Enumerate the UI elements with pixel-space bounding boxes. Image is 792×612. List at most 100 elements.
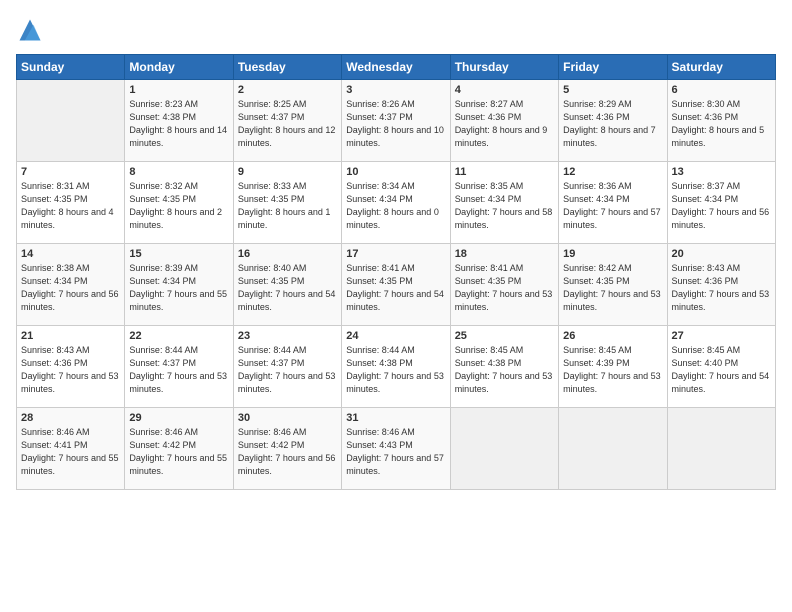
calendar-cell: 6 Sunrise: 8:30 AMSunset: 4:36 PMDaylight… <box>667 80 775 162</box>
day-info: Sunrise: 8:46 AMSunset: 4:43 PMDaylight:… <box>346 426 445 478</box>
day-info: Sunrise: 8:43 AMSunset: 4:36 PMDaylight:… <box>21 344 120 396</box>
calendar-cell: 21 Sunrise: 8:43 AMSunset: 4:36 PMDayligh… <box>17 326 125 408</box>
day-number: 3 <box>346 84 445 96</box>
calendar-cell <box>559 408 667 490</box>
day-number: 15 <box>129 248 228 260</box>
calendar-cell: 24 Sunrise: 8:44 AMSunset: 4:38 PMDayligh… <box>342 326 450 408</box>
day-info: Sunrise: 8:45 AMSunset: 4:38 PMDaylight:… <box>455 344 554 396</box>
header <box>16 16 776 44</box>
day-info: Sunrise: 8:31 AMSunset: 4:35 PMDaylight:… <box>21 180 120 232</box>
day-number: 2 <box>238 84 337 96</box>
day-info: Sunrise: 8:29 AMSunset: 4:36 PMDaylight:… <box>563 98 662 150</box>
day-info: Sunrise: 8:41 AMSunset: 4:35 PMDaylight:… <box>455 262 554 314</box>
week-row-5: 28 Sunrise: 8:46 AMSunset: 4:41 PMDayligh… <box>17 408 776 490</box>
day-header-saturday: Saturday <box>667 55 775 80</box>
day-number: 23 <box>238 330 337 342</box>
day-info: Sunrise: 8:44 AMSunset: 4:37 PMDaylight:… <box>129 344 228 396</box>
day-header-thursday: Thursday <box>450 55 558 80</box>
day-info: Sunrise: 8:37 AMSunset: 4:34 PMDaylight:… <box>672 180 771 232</box>
calendar-cell: 25Sunrise: 8:45 AMSunset: 4:38 PMDayligh… <box>450 326 558 408</box>
day-number: 28 <box>21 412 120 424</box>
calendar-cell: 13 Sunrise: 8:37 AMSunset: 4:34 PMDayligh… <box>667 162 775 244</box>
day-number: 29 <box>129 412 228 424</box>
day-header-monday: Monday <box>125 55 233 80</box>
week-row-3: 14 Sunrise: 8:38 AMSunset: 4:34 PMDayligh… <box>17 244 776 326</box>
calendar-cell: 27 Sunrise: 8:45 AMSunset: 4:40 PMDayligh… <box>667 326 775 408</box>
day-number: 7 <box>21 166 120 178</box>
day-number: 13 <box>672 166 771 178</box>
calendar-cell: 16Sunrise: 8:40 AMSunset: 4:35 PMDayligh… <box>233 244 341 326</box>
calendar-cell: 5 Sunrise: 8:29 AMSunset: 4:36 PMDaylight… <box>559 80 667 162</box>
calendar-cell: 19 Sunrise: 8:42 AMSunset: 4:35 PMDayligh… <box>559 244 667 326</box>
day-info: Sunrise: 8:46 AMSunset: 4:41 PMDaylight:… <box>21 426 120 478</box>
calendar-cell: 11 Sunrise: 8:35 AMSunset: 4:34 PMDayligh… <box>450 162 558 244</box>
day-header-friday: Friday <box>559 55 667 80</box>
day-info: Sunrise: 8:46 AMSunset: 4:42 PMDaylight:… <box>238 426 337 478</box>
day-number: 8 <box>129 166 228 178</box>
day-info: Sunrise: 8:42 AMSunset: 4:35 PMDaylight:… <box>563 262 662 314</box>
calendar-cell: 3 Sunrise: 8:26 AMSunset: 4:37 PMDaylight… <box>342 80 450 162</box>
calendar-cell: 14 Sunrise: 8:38 AMSunset: 4:34 PMDayligh… <box>17 244 125 326</box>
calendar-cell: 28 Sunrise: 8:46 AMSunset: 4:41 PMDayligh… <box>17 408 125 490</box>
day-number: 14 <box>21 248 120 260</box>
calendar-cell: 22 Sunrise: 8:44 AMSunset: 4:37 PMDayligh… <box>125 326 233 408</box>
day-info: Sunrise: 8:44 AMSunset: 4:38 PMDaylight:… <box>346 344 445 396</box>
calendar-cell: 15 Sunrise: 8:39 AMSunset: 4:34 PMDayligh… <box>125 244 233 326</box>
day-info: Sunrise: 8:36 AMSunset: 4:34 PMDaylight:… <box>563 180 662 232</box>
page-container: SundayMondayTuesdayWednesdayThursdayFrid… <box>0 0 792 612</box>
calendar-cell <box>667 408 775 490</box>
day-info: Sunrise: 8:30 AMSunset: 4:36 PMDaylight:… <box>672 98 771 150</box>
calendar-cell: 9Sunrise: 8:33 AMSunset: 4:35 PMDaylight… <box>233 162 341 244</box>
day-info: Sunrise: 8:44 AMSunset: 4:37 PMDaylight:… <box>238 344 337 396</box>
calendar-cell: 30 Sunrise: 8:46 AMSunset: 4:42 PMDayligh… <box>233 408 341 490</box>
calendar-cell: 18 Sunrise: 8:41 AMSunset: 4:35 PMDayligh… <box>450 244 558 326</box>
day-number: 11 <box>455 166 554 178</box>
logo-icon <box>16 16 44 44</box>
day-number: 18 <box>455 248 554 260</box>
week-row-1: 1Sunrise: 8:23 AMSunset: 4:38 PMDaylight… <box>17 80 776 162</box>
calendar-cell: 2 Sunrise: 8:25 AMSunset: 4:37 PMDaylight… <box>233 80 341 162</box>
calendar-cell: 12 Sunrise: 8:36 AMSunset: 4:34 PMDayligh… <box>559 162 667 244</box>
day-number: 22 <box>129 330 228 342</box>
day-info: Sunrise: 8:45 AMSunset: 4:39 PMDaylight:… <box>563 344 662 396</box>
calendar-cell: 4Sunrise: 8:27 AMSunset: 4:36 PMDaylight… <box>450 80 558 162</box>
day-header-sunday: Sunday <box>17 55 125 80</box>
day-info: Sunrise: 8:46 AMSunset: 4:42 PMDaylight:… <box>129 426 228 478</box>
day-info: Sunrise: 8:38 AMSunset: 4:34 PMDaylight:… <box>21 262 120 314</box>
day-info: Sunrise: 8:25 AMSunset: 4:37 PMDaylight:… <box>238 98 337 150</box>
day-info: Sunrise: 8:32 AMSunset: 4:35 PMDaylight:… <box>129 180 228 232</box>
calendar-cell: 7 Sunrise: 8:31 AMSunset: 4:35 PMDaylight… <box>17 162 125 244</box>
calendar-cell: 20 Sunrise: 8:43 AMSunset: 4:36 PMDayligh… <box>667 244 775 326</box>
calendar-cell <box>450 408 558 490</box>
day-info: Sunrise: 8:40 AMSunset: 4:35 PMDaylight:… <box>238 262 337 314</box>
day-number: 27 <box>672 330 771 342</box>
day-number: 31 <box>346 412 445 424</box>
calendar-cell <box>17 80 125 162</box>
day-info: Sunrise: 8:39 AMSunset: 4:34 PMDaylight:… <box>129 262 228 314</box>
header-row: SundayMondayTuesdayWednesdayThursdayFrid… <box>17 55 776 80</box>
day-number: 21 <box>21 330 120 342</box>
day-info: Sunrise: 8:26 AMSunset: 4:37 PMDaylight:… <box>346 98 445 150</box>
day-number: 30 <box>238 412 337 424</box>
day-number: 5 <box>563 84 662 96</box>
calendar-cell: 26Sunrise: 8:45 AMSunset: 4:39 PMDayligh… <box>559 326 667 408</box>
calendar-cell: 8 Sunrise: 8:32 AMSunset: 4:35 PMDaylight… <box>125 162 233 244</box>
day-number: 24 <box>346 330 445 342</box>
calendar-cell: 23 Sunrise: 8:44 AMSunset: 4:37 PMDayligh… <box>233 326 341 408</box>
day-number: 6 <box>672 84 771 96</box>
logo <box>16 16 48 44</box>
week-row-4: 21 Sunrise: 8:43 AMSunset: 4:36 PMDayligh… <box>17 326 776 408</box>
day-info: Sunrise: 8:35 AMSunset: 4:34 PMDaylight:… <box>455 180 554 232</box>
day-info: Sunrise: 8:43 AMSunset: 4:36 PMDaylight:… <box>672 262 771 314</box>
calendar-table: SundayMondayTuesdayWednesdayThursdayFrid… <box>16 54 776 490</box>
day-info: Sunrise: 8:27 AMSunset: 4:36 PMDaylight:… <box>455 98 554 150</box>
day-number: 10 <box>346 166 445 178</box>
calendar-cell: 17Sunrise: 8:41 AMSunset: 4:35 PMDayligh… <box>342 244 450 326</box>
day-number: 19 <box>563 248 662 260</box>
day-info: Sunrise: 8:34 AMSunset: 4:34 PMDaylight:… <box>346 180 445 232</box>
calendar-cell: 1Sunrise: 8:23 AMSunset: 4:38 PMDaylight… <box>125 80 233 162</box>
day-info: Sunrise: 8:45 AMSunset: 4:40 PMDaylight:… <box>672 344 771 396</box>
day-info: Sunrise: 8:23 AMSunset: 4:38 PMDaylight:… <box>129 98 228 150</box>
day-number: 12 <box>563 166 662 178</box>
day-number: 20 <box>672 248 771 260</box>
